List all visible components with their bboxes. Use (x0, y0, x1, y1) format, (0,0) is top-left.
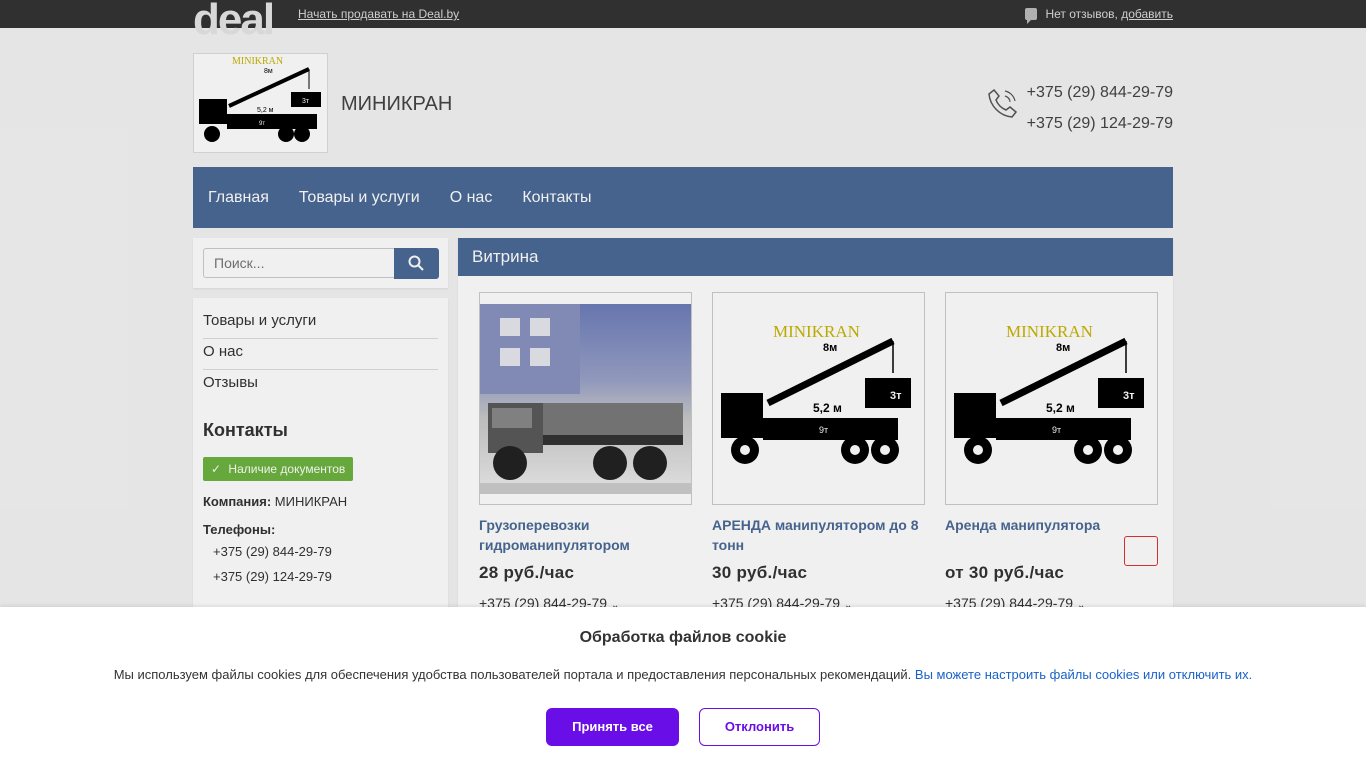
decline-button[interactable]: Отклонить (699, 708, 820, 746)
page-dim-overlay (0, 0, 1366, 607)
cookie-banner: Обработка файлов cookie Мы используем фа… (0, 607, 1366, 768)
cookie-text: Мы используем файлы cookies для обеспече… (0, 667, 1366, 682)
cookie-settings-link[interactable]: Вы можете настроить файлы cookies или от… (915, 667, 1252, 682)
accept-all-button[interactable]: Принять все (546, 708, 679, 746)
cookie-description: Мы используем файлы cookies для обеспече… (113, 667, 912, 682)
cookie-title: Обработка файлов cookie (579, 629, 787, 646)
